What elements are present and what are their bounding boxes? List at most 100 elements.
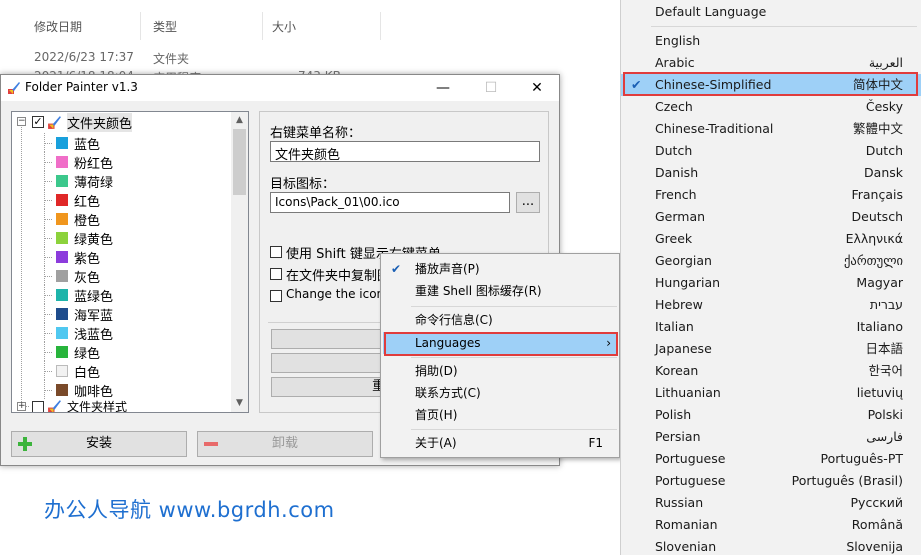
tree-item[interactable]: 蓝色	[12, 133, 232, 153]
language-item[interactable]: Polish Polski	[621, 404, 921, 426]
copy-icon-checkbox[interactable]	[270, 268, 282, 280]
minimize-button[interactable]: —	[431, 78, 455, 98]
tree-item[interactable]: 灰色	[12, 266, 232, 286]
tree-item[interactable]: 薄荷绿	[12, 171, 232, 191]
menu-item-cli-info[interactable]: 命令行信息(C)	[381, 309, 619, 331]
language-item[interactable]: French Français	[621, 184, 921, 206]
language-item[interactable]: Russian Русский	[621, 492, 921, 514]
shift-checkbox[interactable]	[270, 246, 282, 258]
language-item[interactable]: Portuguese Português (Brasil)	[621, 470, 921, 492]
tree-item[interactable]: 绿色	[12, 342, 232, 362]
tree-item-label: 浅蓝色	[74, 328, 114, 343]
language-item[interactable]: German Deutsch	[621, 206, 921, 228]
language-native-name: Polski	[867, 407, 903, 422]
menu-item-homepage[interactable]: 首页(H)	[381, 404, 619, 426]
tree-item[interactable]: 粉红色	[12, 152, 232, 172]
tree-item[interactable]: 蓝绿色	[12, 285, 232, 305]
language-item[interactable]: Greek Ελληνικά	[621, 228, 921, 250]
language-name: Greek	[655, 231, 693, 246]
language-native-name: العربية	[868, 55, 903, 70]
language-native-name: Português-PT	[820, 451, 903, 466]
menu-item-contact[interactable]: 联系方式(C)	[381, 382, 619, 404]
browse-button[interactable]: ...	[516, 192, 540, 213]
icon-path-input[interactable]: Icons\Pack_01\00.ico	[270, 192, 510, 213]
language-name: English	[655, 33, 701, 48]
language-item[interactable]: Arabic العربية	[621, 52, 921, 74]
language-native-name: Português (Brasil)	[791, 473, 903, 488]
menu-separator	[651, 26, 917, 27]
tree-item-label: 粉红色	[74, 157, 114, 172]
menu-item-about[interactable]: 关于(A) F1	[381, 432, 619, 454]
root2-checkbox[interactable]	[32, 401, 44, 412]
tree-root-label[interactable]: 文件夹颜色	[67, 113, 133, 132]
uninstall-button[interactable]: 卸载	[197, 431, 373, 457]
menu-item-rebuild-cache[interactable]: 重建 Shell 图标缓存(R)	[381, 280, 619, 302]
tree-item[interactable]: 咖啡色	[12, 380, 232, 400]
language-item[interactable]: English	[621, 30, 921, 52]
language-default[interactable]: Default Language	[621, 1, 921, 23]
color-swatch-icon	[56, 251, 68, 263]
language-name: Dutch	[655, 143, 693, 158]
language-item[interactable]: Korean 한국어	[621, 360, 921, 382]
scroll-down-icon[interactable]: ▼	[231, 395, 248, 412]
highlight-box	[384, 332, 618, 356]
language-item[interactable]: Lithuanian lietuvių	[621, 382, 921, 404]
tree-item[interactable]: 绿黄色	[12, 228, 232, 248]
title-bar[interactable]: Folder Painter v1.3 — ☐ ✕	[1, 75, 559, 101]
language-item[interactable]: Portuguese Português-PT	[621, 448, 921, 470]
change-icon-checkbox[interactable]	[270, 290, 282, 302]
tree-item[interactable]: 浅蓝色	[12, 323, 232, 343]
column-separator	[140, 12, 141, 40]
tree-item-label: 白色	[74, 366, 101, 381]
language-item[interactable]: Dutch Dutch	[621, 140, 921, 162]
column-date[interactable]: 修改日期	[34, 18, 82, 35]
tree-line	[44, 390, 52, 391]
language-item[interactable]: Czech Česky	[621, 96, 921, 118]
tree-item[interactable]: 红色	[12, 190, 232, 210]
tree-line	[44, 181, 52, 182]
tree-item[interactable]: 橙色	[12, 209, 232, 229]
language-name: Russian	[655, 495, 704, 510]
menu-item-label: 捐助(D)	[415, 364, 458, 378]
language-item[interactable]: Persian فارسی	[621, 426, 921, 448]
language-native-name: lietuvių	[856, 385, 903, 400]
row-type: 文件夹	[153, 52, 190, 66]
scroll-thumb[interactable]	[233, 129, 246, 195]
color-swatch-icon	[56, 308, 68, 320]
color-swatch-icon	[56, 232, 68, 244]
language-item[interactable]: Hebrew עברית	[621, 294, 921, 316]
tree-item[interactable]: 紫色	[12, 247, 232, 267]
language-item[interactable]: Chinese-Traditional 繁體中文	[621, 118, 921, 140]
color-swatch-icon	[56, 365, 68, 377]
scroll-up-icon[interactable]: ▲	[231, 112, 248, 129]
tree-item-label: 薄荷绿	[74, 176, 114, 191]
root-checkbox[interactable]: ✓	[32, 116, 44, 128]
menu-item-donate[interactable]: 捐助(D)	[381, 360, 619, 382]
tree-item-label: 绿黄色	[74, 233, 114, 248]
close-button[interactable]: ✕	[525, 78, 549, 98]
language-default-label: Default Language	[655, 4, 767, 19]
column-type[interactable]: 类型	[153, 18, 177, 35]
tree-scrollbar[interactable]: ▲ ▼	[231, 112, 248, 412]
language-item[interactable]: Romanian Română	[621, 514, 921, 536]
tree-item[interactable]: 海军蓝	[12, 304, 232, 324]
menu-name-input[interactable]: 文件夹颜色	[270, 141, 540, 162]
language-item[interactable]: Danish Dansk	[621, 162, 921, 184]
maximize-button[interactable]: ☐	[479, 78, 503, 98]
tree-line	[44, 143, 52, 144]
language-name: Hungarian	[655, 275, 721, 290]
expand-icon[interactable]: +	[17, 402, 26, 411]
language-item[interactable]: Japanese 日本語	[621, 338, 921, 360]
language-name: Japanese	[655, 341, 712, 356]
tree-root2-label[interactable]: 文件夹样式	[67, 398, 127, 412]
column-size[interactable]: 大小	[272, 18, 296, 35]
language-item[interactable]: Georgian ქართული	[621, 250, 921, 272]
tree-item[interactable]: 白色	[12, 361, 232, 381]
language-item[interactable]: Hungarian Magyar	[621, 272, 921, 294]
collapse-icon[interactable]: −	[17, 117, 26, 126]
install-button[interactable]: 安装	[11, 431, 187, 457]
color-tree[interactable]: − ✓ 文件夹颜色 蓝色粉红色薄荷绿 红色 橙色绿黄色 紫色 灰色 蓝绿色 海军蓝浅蓝色 绿色…	[11, 111, 249, 413]
language-item[interactable]: Italian Italiano	[621, 316, 921, 338]
language-native-name: עברית	[869, 297, 903, 312]
menu-item-play-sound[interactable]: ✔ 播放声音(P)	[381, 258, 619, 280]
